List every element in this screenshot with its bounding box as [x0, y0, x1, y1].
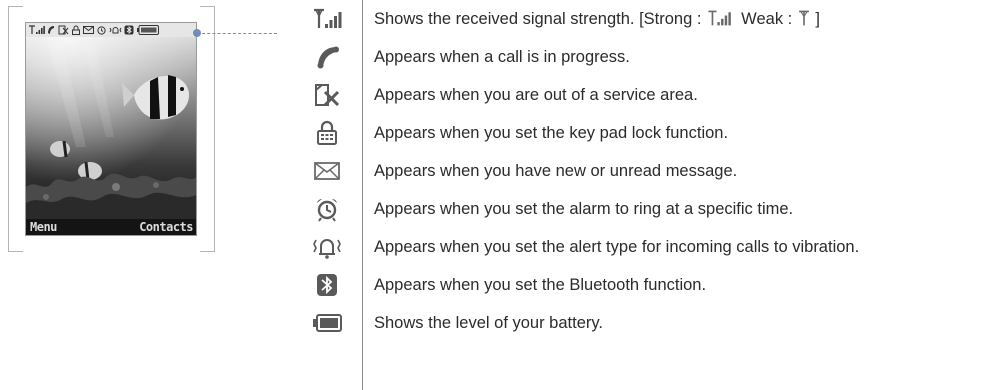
- battery-description: Shows the level of your battery.: [374, 314, 603, 332]
- keypad-lock-icon: [72, 25, 80, 35]
- call-icon: [48, 26, 54, 34]
- alarm-description: Appears when you set the alarm to ring a…: [374, 200, 794, 218]
- phone-frame-left-bracket: [8, 6, 23, 252]
- signal-icon: [29, 25, 45, 34]
- no-service-row: Appears when you are out of a service ar…: [300, 76, 1008, 114]
- vibration-icon: [109, 27, 122, 34]
- vibration-description: Appears when you set the alert type for …: [374, 238, 860, 256]
- menu-softkey[interactable]: Menu: [30, 219, 57, 235]
- signal-strength-text-middle: Weak :: [732, 10, 797, 28]
- aquarium-wallpaper: [26, 37, 196, 219]
- signal-strength-text-before: Shows the received signal strength. [Str…: [374, 10, 707, 28]
- strong-signal-icon: [708, 10, 731, 26]
- new-message-description: Appears when you have new or unread mess…: [374, 162, 738, 180]
- bluetooth-icon: [317, 274, 337, 296]
- new-message-row: Appears when you have new or unread mess…: [300, 152, 1008, 190]
- bluetooth-description: Appears when you set the Bluetooth funct…: [374, 276, 707, 294]
- battery-icon: [137, 25, 159, 35]
- phone-frame-right-bracket: [200, 6, 215, 252]
- battery-icon: [313, 314, 342, 332]
- signal-strength-icon: [314, 8, 342, 28]
- vibration-row: Appears when you set the alert type for …: [300, 228, 1008, 266]
- bluetooth-icon: [124, 25, 134, 35]
- phone-softkey-bar: Menu Contacts: [26, 219, 196, 235]
- vibration-icon: [313, 239, 341, 259]
- call-in-progress-description: Appears when a call is in progress.: [374, 48, 630, 66]
- callout-dot: [193, 29, 201, 37]
- no-service-icon: [58, 25, 69, 35]
- message-envelope-icon: [314, 162, 340, 180]
- signal-strength-description: Shows the received signal strength. [Str…: [374, 0, 820, 38]
- alarm-icon: [97, 26, 106, 35]
- keypad-lock-description: Appears when you set the key pad lock fu…: [374, 124, 729, 142]
- weak-signal-icon: [798, 10, 809, 26]
- phone-status-bar: [26, 23, 196, 37]
- alarm-row: Appears when you set the alarm to ring a…: [300, 190, 1008, 228]
- no-service-description: Appears when you are out of a service ar…: [374, 86, 698, 104]
- bluetooth-row: Appears when you set the Bluetooth funct…: [300, 266, 1008, 304]
- keypad-lock-icon: [317, 120, 337, 145]
- no-service-icon: [315, 84, 340, 107]
- phone-screen: Menu Contacts: [25, 22, 197, 236]
- signal-strength-text-after: ]: [810, 10, 820, 28]
- callout-leader-line: [197, 33, 277, 34]
- alarm-clock-icon: [317, 198, 337, 222]
- keypad-lock-row: Appears when you set the key pad lock fu…: [300, 114, 1008, 152]
- signal-strength-row: Shows the received signal strength. [Str…: [300, 0, 1008, 38]
- message-icon: [83, 26, 94, 34]
- call-in-progress-icon: [317, 46, 339, 69]
- call-in-progress-row: Appears when a call is in progress.: [300, 38, 1008, 76]
- contacts-softkey[interactable]: Contacts: [139, 219, 193, 235]
- battery-row: Shows the level of your battery.: [300, 304, 1008, 342]
